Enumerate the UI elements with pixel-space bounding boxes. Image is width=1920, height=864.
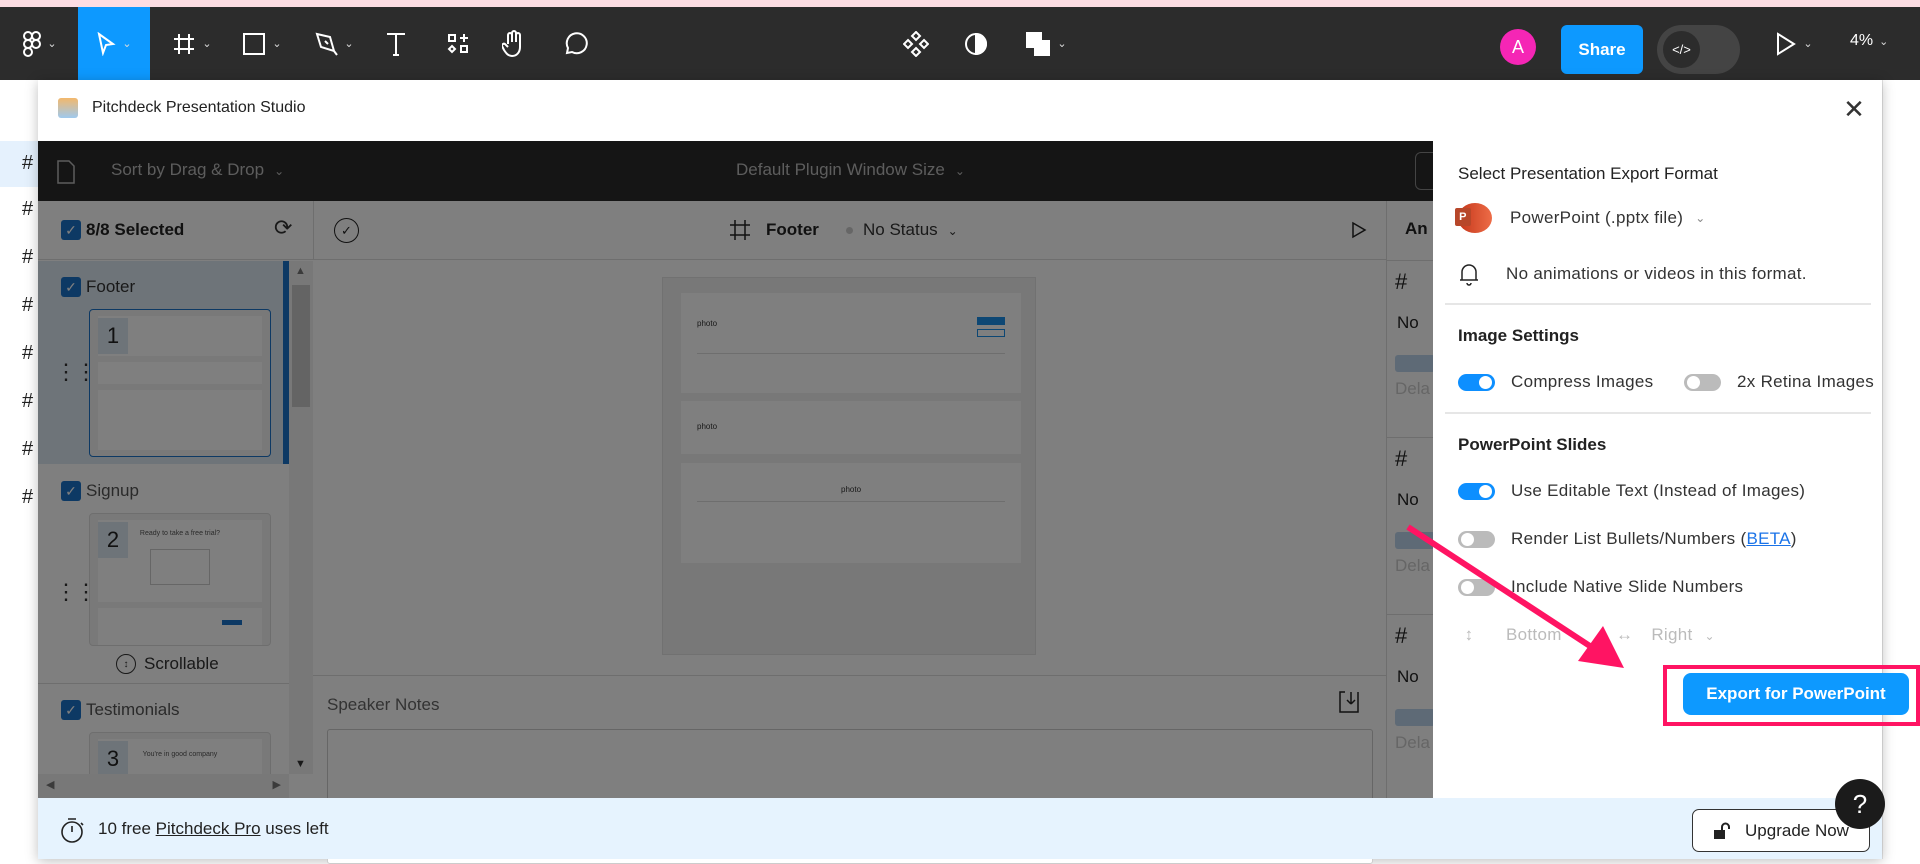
slide-numbers-toggle[interactable]: Include Native Slide Numbers (1458, 577, 1743, 597)
toggle-switch[interactable] (1458, 373, 1495, 391)
share-button[interactable]: Share (1561, 25, 1643, 74)
boolean-button[interactable]: ⌄ (1020, 7, 1072, 80)
usage-text: 10 free Pitchdeck Pro uses left (98, 819, 329, 838)
figma-logo-icon (23, 30, 42, 57)
move-tool-button[interactable]: ⌄ (78, 7, 150, 80)
compress-images-toggle[interactable]: Compress Images (1458, 372, 1653, 392)
modal-overlay (38, 141, 1433, 798)
pitchdeck-pro-link[interactable]: Pitchdeck Pro (156, 819, 261, 838)
powerpoint-slides-heading: PowerPoint Slides (1458, 435, 1607, 454)
main-menu-button[interactable]: ⌄ (14, 7, 66, 80)
resources-icon (447, 33, 468, 53)
cursor-icon (97, 31, 117, 56)
format-note: No animations or videos in this format. (1458, 262, 1807, 286)
component-button[interactable] (900, 7, 932, 80)
unlock-icon (1714, 822, 1731, 839)
contrast-icon (965, 32, 987, 55)
frame-icon[interactable]: # (22, 390, 38, 413)
comment-tool-button[interactable] (559, 7, 591, 80)
mask-button[interactable] (960, 7, 992, 80)
shape-tool-button[interactable]: ⌄ (236, 7, 288, 80)
frame-tool-button[interactable]: ⌄ (166, 7, 218, 80)
boolean-icon (1026, 31, 1051, 56)
close-button[interactable]: ✕ (1839, 94, 1869, 124)
browser-top-strip (0, 0, 1920, 7)
main-toolbar: ⌄ ⌄ ⌄ ⌄ ⌄ ⌄ A Share </> ⌄ 4% ⌄ (0, 7, 1920, 80)
play-icon (1777, 31, 1797, 56)
hand-icon (502, 29, 521, 57)
editable-text-toggle[interactable]: Use Editable Text (Instead of Images) (1458, 481, 1805, 501)
resources-button[interactable] (442, 7, 474, 80)
pen-tool-button[interactable]: ⌄ (308, 7, 360, 80)
stopwatch-icon (61, 818, 84, 843)
usage-footer: 10 free Pitchdeck Pro uses left Upgrade … (38, 798, 1882, 859)
list-bullets-toggle[interactable]: Render List Bullets/Numbers (BETA) (1458, 529, 1797, 549)
properties-panel (1882, 80, 1920, 859)
help-button[interactable]: ? (1835, 779, 1885, 829)
horizontal-arrows-icon: ↔ (1616, 625, 1634, 644)
hand-tool-button[interactable] (498, 7, 530, 80)
text-icon (387, 32, 405, 56)
slide-number-position: ↕ Bottom ↔ Right ⌄ (1458, 625, 1715, 645)
format-heading: Select Presentation Export Format (1458, 164, 1718, 183)
frame-icon[interactable]: # (22, 342, 38, 365)
retina-images-toggle[interactable]: 2x Retina Images (1684, 372, 1874, 392)
component-icon (903, 30, 929, 57)
toggle-switch[interactable] (1684, 373, 1721, 391)
divider (1445, 303, 1871, 305)
toggle-switch[interactable] (1458, 578, 1495, 596)
divider (1445, 412, 1871, 414)
comment-icon (565, 31, 588, 54)
layers-panel: # # # # # # # # (0, 80, 38, 859)
frame-icon[interactable]: # (22, 198, 38, 221)
export-button[interactable]: Export for PowerPoint (1683, 673, 1909, 715)
frame-icon[interactable]: # (22, 438, 38, 461)
image-settings-heading: Image Settings (1458, 326, 1579, 345)
zoom-dropdown[interactable]: 4% ⌄ (1850, 32, 1888, 50)
rectangle-icon (243, 32, 266, 55)
present-button[interactable]: ⌄ (1768, 7, 1820, 80)
plugin-title: Pitchdeck Presentation Studio (92, 99, 306, 116)
dev-mode-toggle[interactable]: </> (1657, 25, 1740, 74)
code-icon: </> (1663, 31, 1700, 68)
frame-icon[interactable]: # (22, 246, 38, 269)
beta-link[interactable]: BETA (1746, 529, 1790, 549)
export-panel: Select Presentation Export Format P Powe… (1433, 141, 1920, 798)
horizontal-position-dropdown[interactable]: Right ⌄ (1651, 625, 1715, 645)
pen-icon (315, 32, 339, 56)
bell-icon (1460, 264, 1478, 286)
toggle-switch[interactable] (1458, 530, 1495, 548)
frame-icon[interactable]: # (22, 294, 38, 317)
avatar[interactable]: A (1500, 29, 1536, 65)
frame-icon[interactable]: # (22, 486, 38, 509)
format-dropdown[interactable]: P PowerPoint (.pptx file) ⌄ (1455, 203, 1706, 233)
vertical-arrows-icon: ↕ (1464, 625, 1474, 644)
powerpoint-icon: P (1455, 203, 1492, 233)
frame-icon[interactable]: # (22, 152, 38, 175)
text-tool-button[interactable] (380, 7, 412, 80)
toggle-switch[interactable] (1458, 482, 1495, 500)
plugin-logo-icon (58, 98, 78, 118)
plugin-window: Pitchdeck Presentation Studio ✕ Sort by … (38, 80, 1920, 864)
vertical-position-dropdown[interactable]: Bottom (1506, 625, 1616, 645)
frame-icon (174, 33, 195, 54)
